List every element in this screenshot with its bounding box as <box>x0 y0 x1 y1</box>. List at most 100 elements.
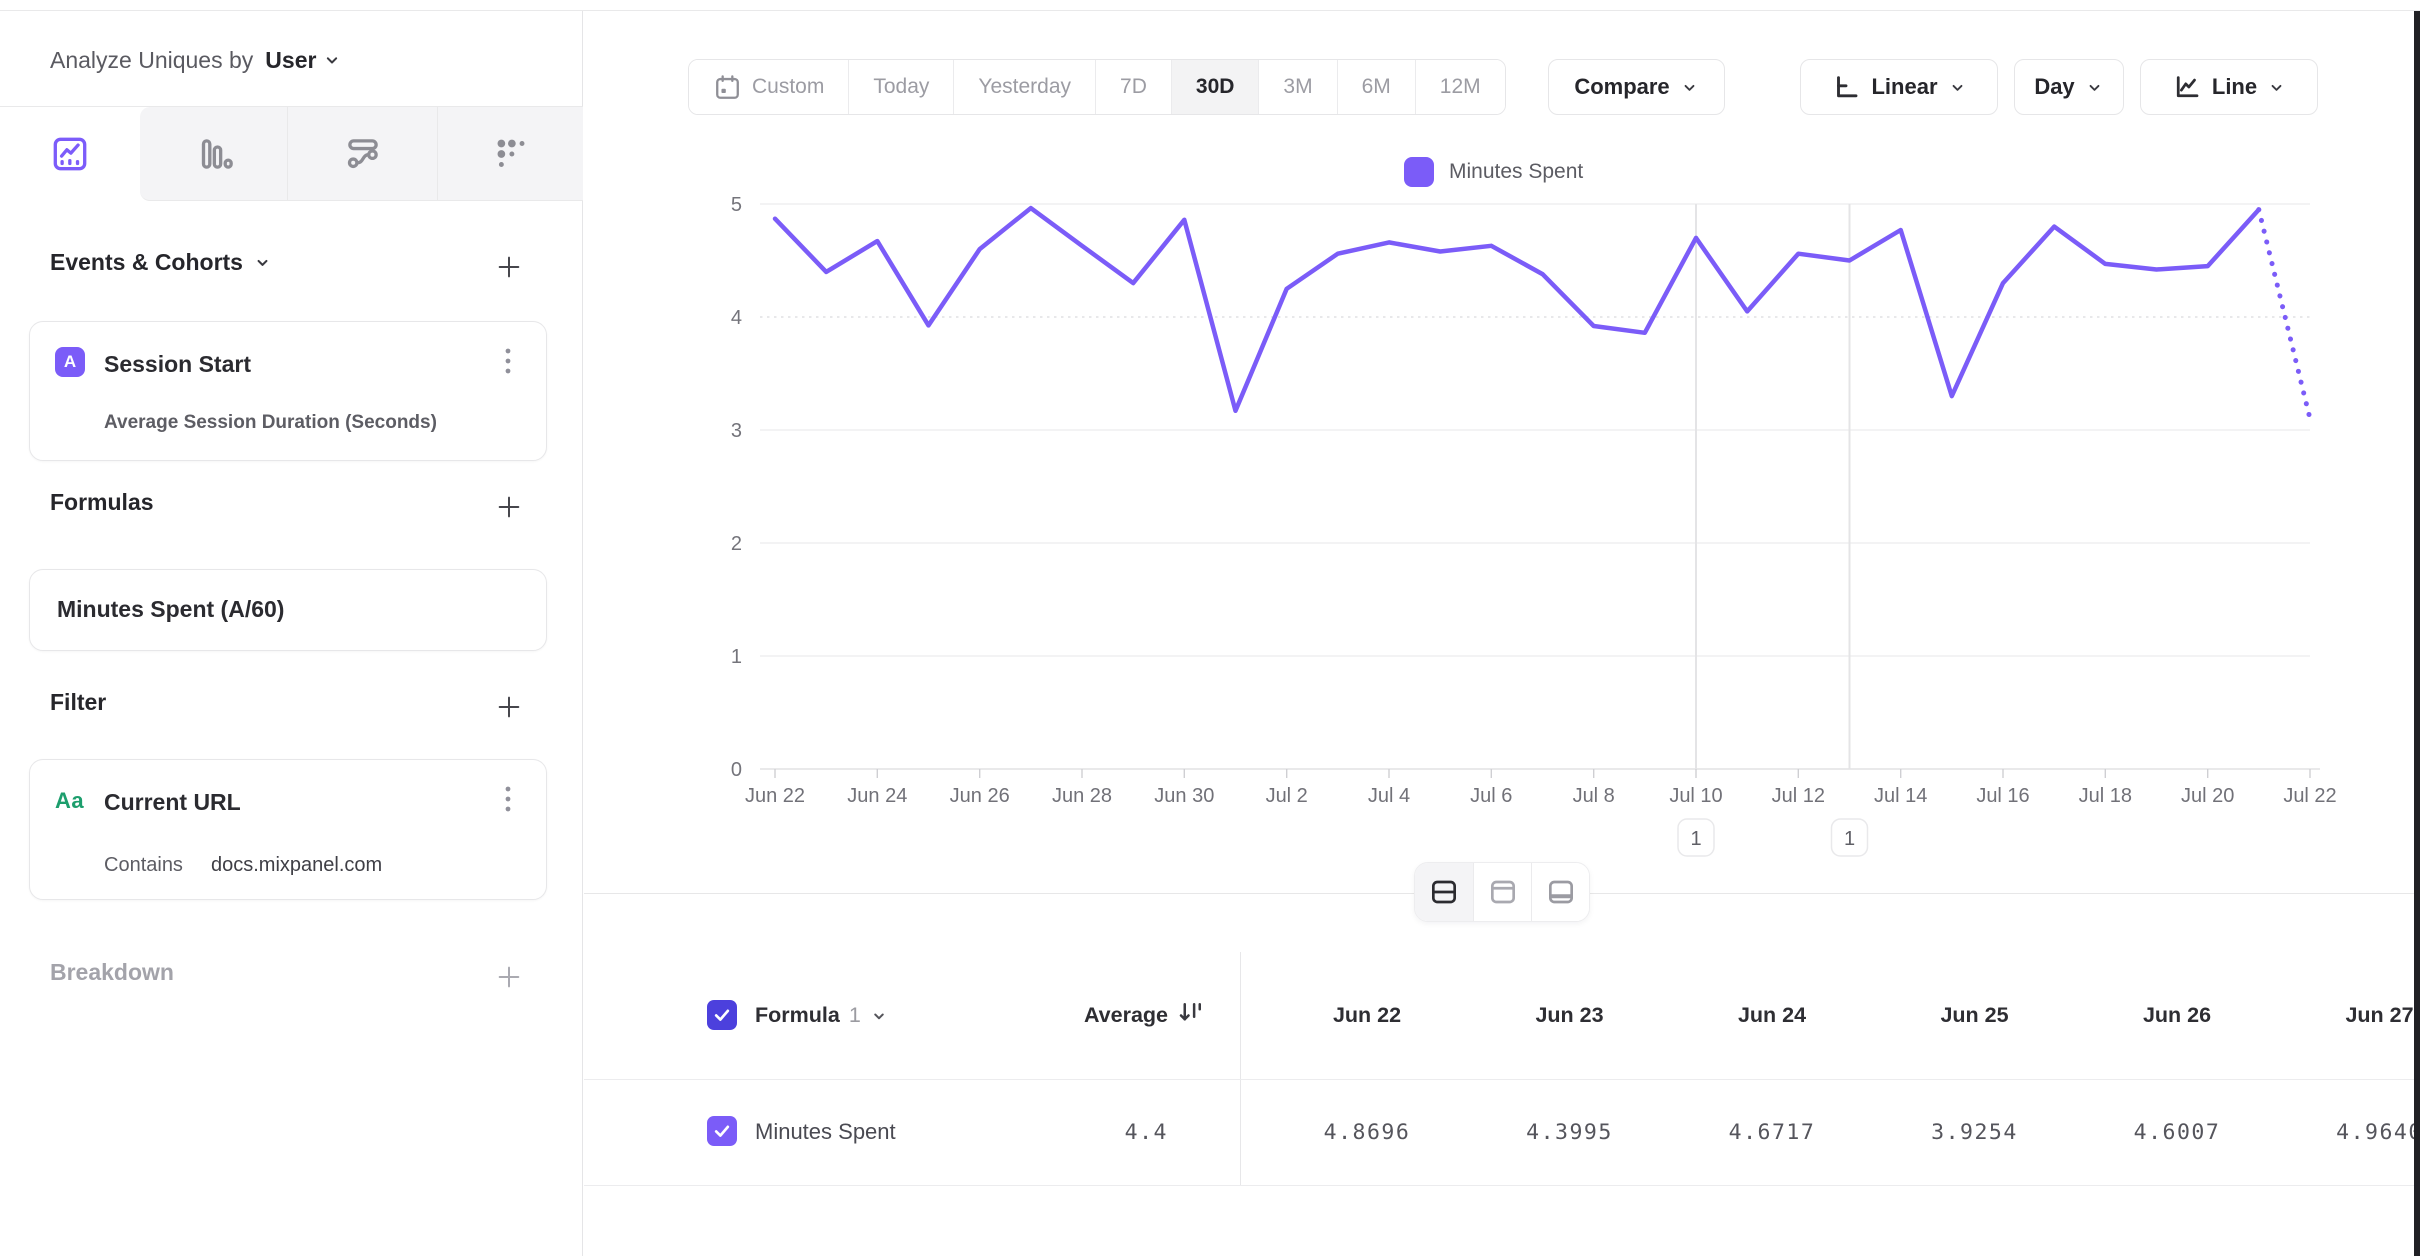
date-column-header: Jun 22 <box>1265 1003 1469 1028</box>
line-chart[interactable]: 012345Jun 22Jun 24Jun 26Jun 28Jun 30Jul … <box>584 190 2420 870</box>
tab-insights[interactable] <box>0 107 140 201</box>
sort-icon[interactable] <box>1176 998 1206 1031</box>
table-only-view-icon <box>1545 876 1577 908</box>
chevron-down-icon <box>1948 78 1967 97</box>
svg-text:Jul 8: Jul 8 <box>1573 785 1615 807</box>
date-column-header: Jun 26 <box>2075 1003 2279 1028</box>
event-name: Session Start <box>104 351 251 378</box>
date-column-header: Jun 23 <box>1468 1003 1672 1028</box>
svg-text:4: 4 <box>731 307 742 329</box>
formula-index: 1 <box>849 1003 861 1028</box>
date-range-3m[interactable]: 3M <box>1258 60 1336 114</box>
analyze-header: Analyze Uniques by User <box>50 35 342 85</box>
split-view-button[interactable] <box>1415 863 1473 921</box>
date-range-yesterday[interactable]: Yesterday <box>953 60 1095 114</box>
svg-text:Jul 22: Jul 22 <box>2283 785 2336 807</box>
kebab-icon <box>498 782 518 818</box>
date-range-today[interactable]: Today <box>848 60 953 114</box>
scale-dropdown[interactable]: Linear <box>1800 59 1998 115</box>
plus-icon <box>495 493 523 521</box>
date-column-value: 4.8696 <box>1265 1120 1469 1145</box>
svg-text:1: 1 <box>731 646 742 668</box>
svg-text:Jun 28: Jun 28 <box>1052 785 1112 807</box>
breakdown-section-title: Breakdown <box>50 959 174 986</box>
svg-text:Jul 10: Jul 10 <box>1669 785 1722 807</box>
svg-text:Jul 6: Jul 6 <box>1470 785 1512 807</box>
chart-type-dropdown[interactable]: Line <box>2140 59 2318 115</box>
add-filter-button[interactable] <box>494 692 524 722</box>
table-only-view-button[interactable] <box>1531 863 1589 921</box>
legend-label: Minutes Spent <box>1449 160 1583 184</box>
svg-text:1: 1 <box>1690 828 1701 850</box>
retention-dots-icon <box>490 133 532 175</box>
chevron-down-icon[interactable] <box>253 253 272 272</box>
average-column-header: Average <box>884 1003 1168 1028</box>
filter-section-title: Filter <box>50 689 106 716</box>
chevron-down-icon <box>1680 78 1699 97</box>
events-section-title: Events & Cohorts <box>50 249 272 276</box>
compare-button[interactable]: Compare <box>1548 59 1725 115</box>
filter-options-kebab[interactable] <box>498 782 518 818</box>
svg-text:Jun 24: Jun 24 <box>847 785 907 807</box>
check-icon <box>712 1005 732 1025</box>
filter-property-name: Current URL <box>104 789 241 816</box>
text-property-icon: Aa <box>55 788 84 814</box>
annotation-marker-2[interactable]: 1 <box>1832 819 1868 856</box>
date-range-7d[interactable]: 7D <box>1095 60 1171 114</box>
table-row-divider <box>584 1079 2420 1080</box>
series-row-label: Minutes Spent <box>755 1119 896 1145</box>
formula-expression: Minutes Spent (A/60) <box>57 596 284 623</box>
date-range-12m[interactable]: 12M <box>1415 60 1505 114</box>
calendar-icon <box>713 73 742 102</box>
date-column-header: Jun 25 <box>1873 1003 2077 1028</box>
event-card-session-start[interactable]: A Session Start Average Session Duration… <box>29 321 547 461</box>
table-bottom-divider <box>584 1185 2420 1186</box>
chevron-down-icon <box>2267 78 2286 97</box>
date-range-custom[interactable]: Custom <box>689 60 848 114</box>
check-icon <box>712 1121 732 1141</box>
table-column-divider <box>1240 952 1241 1185</box>
formula-group-checkbox[interactable] <box>707 1000 737 1030</box>
add-breakdown-button[interactable] <box>494 962 524 992</box>
formulas-section-title: Formulas <box>50 489 154 516</box>
filter-value[interactable]: docs.mixpanel.com <box>211 854 382 877</box>
chart-legend: Minutes Spent <box>1404 157 1583 187</box>
split-view-icon <box>1428 876 1460 908</box>
svg-text:0: 0 <box>731 759 742 781</box>
svg-text:Jul 16: Jul 16 <box>1976 785 2029 807</box>
analyze-entity-dropdown[interactable]: User <box>265 47 342 74</box>
tab-retention[interactable] <box>437 107 583 201</box>
tab-bar-report[interactable] <box>140 107 287 201</box>
date-column-header: Jun 27 <box>2278 1003 2420 1028</box>
chart-line <box>775 208 2259 411</box>
svg-text:Jun 26: Jun 26 <box>950 785 1010 807</box>
chevron-down-icon <box>2085 78 2104 97</box>
event-aggregation[interactable]: Average Session Duration (Seconds) <box>104 412 437 434</box>
chevron-down-icon <box>322 50 342 70</box>
view-layout-toggle <box>1414 862 1590 922</box>
formula-group-dropdown[interactable]: Formula 1 <box>755 1003 888 1028</box>
chart-only-view-button[interactable] <box>1473 863 1531 921</box>
event-options-kebab[interactable] <box>498 344 518 380</box>
annotation-marker-1[interactable]: 1 <box>1678 819 1714 856</box>
granularity-dropdown[interactable]: Day <box>2014 59 2124 115</box>
flows-icon <box>342 133 384 175</box>
svg-text:Jul 4: Jul 4 <box>1368 785 1410 807</box>
svg-text:Jul 2: Jul 2 <box>1266 785 1308 807</box>
tab-flows[interactable] <box>287 107 437 201</box>
date-column-header: Jun 24 <box>1670 1003 1874 1028</box>
add-formula-button[interactable] <box>494 492 524 522</box>
svg-text:2: 2 <box>731 533 742 555</box>
query-builder-sidebar: Analyze Uniques by User <box>0 11 583 1256</box>
report-type-tabs <box>0 107 583 201</box>
series-checkbox[interactable] <box>707 1116 737 1146</box>
date-range-30d[interactable]: 30D <box>1171 60 1259 114</box>
add-event-button[interactable] <box>494 252 524 282</box>
svg-text:Jun 30: Jun 30 <box>1154 785 1214 807</box>
formula-card[interactable]: Minutes Spent (A/60) <box>29 569 547 651</box>
svg-text:Jul 18: Jul 18 <box>2079 785 2132 807</box>
filter-card-current-url[interactable]: Aa Current URL Contains docs.mixpanel.co… <box>29 759 547 900</box>
svg-text:3: 3 <box>731 420 742 442</box>
filter-operator[interactable]: Contains <box>104 854 183 877</box>
date-range-6m[interactable]: 6M <box>1337 60 1415 114</box>
